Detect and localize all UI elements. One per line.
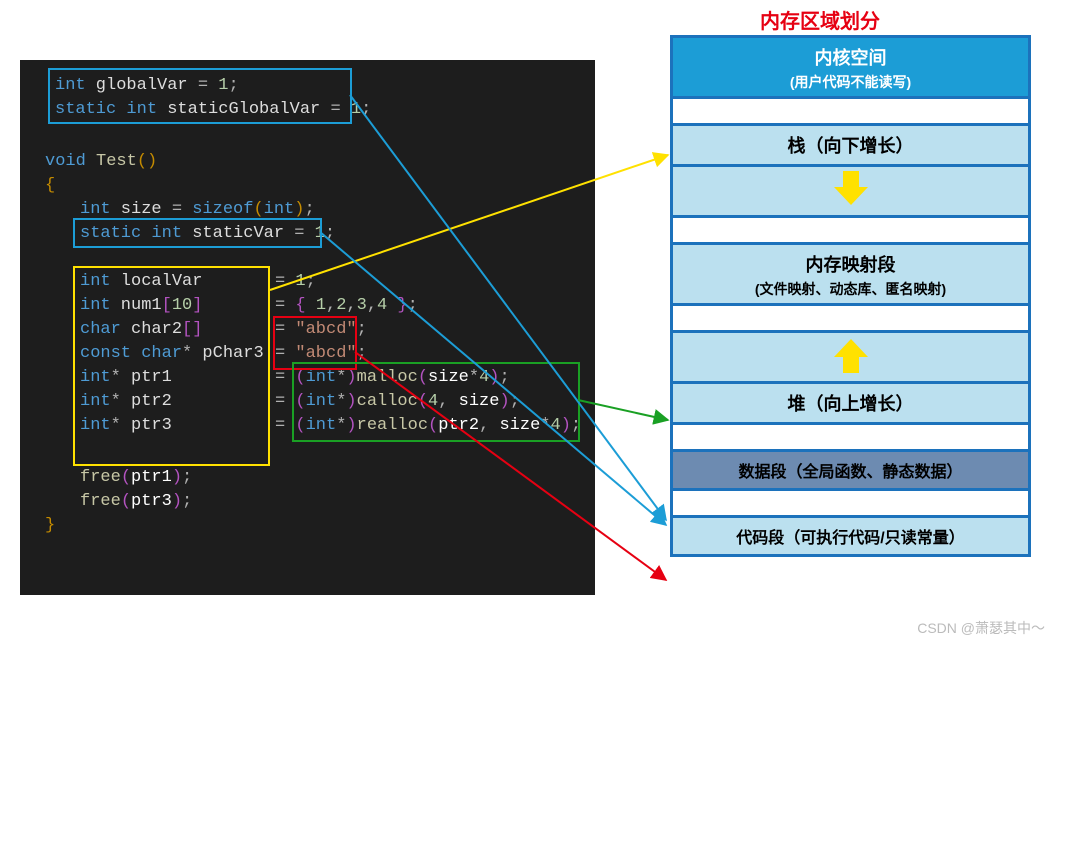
- box-heap-alloc: [292, 362, 580, 442]
- seg-mmap: 内存映射段 (文件映射、动态库、匿名映射): [673, 245, 1028, 306]
- box-static-local: [73, 218, 322, 248]
- seg-gap: [673, 425, 1028, 452]
- seg-gap: [673, 306, 1028, 333]
- seg-data: 数据段（全局函数、静态数据）: [673, 452, 1028, 491]
- seg-gap: [673, 218, 1028, 245]
- seg-heap: 堆（向上增长）: [673, 384, 1028, 425]
- diagram-canvas: int globalVar = 1; static int staticGlob…: [0, 0, 1065, 643]
- arrow-down-icon: [673, 167, 1028, 218]
- box-global-static: [48, 68, 352, 124]
- memory-title: 内存区域划分: [760, 5, 880, 34]
- seg-kernel: 内核空间 (用户代码不能读写): [673, 38, 1028, 99]
- box-locals: [73, 266, 270, 466]
- seg-gap: [673, 491, 1028, 518]
- memory-layout: 内核空间 (用户代码不能读写) 栈（向下增长） 内存映射段 (文件映射、动态库、…: [670, 35, 1031, 557]
- seg-stack: 栈（向下增长）: [673, 126, 1028, 167]
- arrow-up-icon: [673, 333, 1028, 384]
- seg-gap: [673, 99, 1028, 126]
- watermark: CSDN @萧瑟其中～: [917, 618, 1045, 638]
- seg-code: 代码段（可执行代码/只读常量）: [673, 518, 1028, 557]
